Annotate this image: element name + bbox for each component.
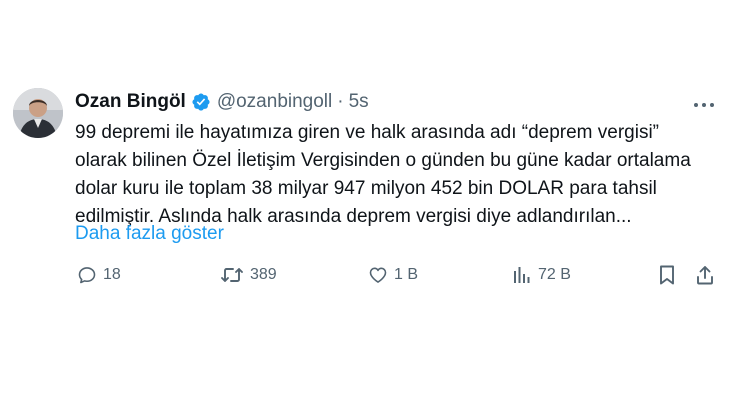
views-icon (512, 265, 532, 285)
tweet-text-line: olarak bilinen Özel İletişim Vergisinden… (75, 150, 691, 171)
author-handle[interactable]: @ozanbingoll (217, 90, 332, 114)
tweet-actions-bar: 18 389 1 B 72 B (0, 260, 730, 290)
tweet-text: 99 depremi ile hayatımıza giren ve halk … (75, 119, 705, 231)
share-icon (695, 264, 715, 286)
reply-button[interactable]: 18 (77, 260, 121, 290)
views-button[interactable]: 72 B (512, 260, 571, 290)
verified-badge-icon (191, 92, 211, 112)
avatar[interactable] (13, 88, 63, 138)
show-more-link[interactable]: Daha fazla göster (75, 220, 224, 248)
tweet-card[interactable]: Ozan Bingöl @ozanbingoll · 5s 99 depremi… (0, 0, 730, 420)
more-options-button[interactable] (686, 92, 722, 116)
like-button[interactable]: 1 B (368, 260, 418, 290)
tweet-text-line: dolar kuru ile toplam 38 milyar 947 mily… (75, 178, 657, 199)
reply-icon (77, 265, 97, 285)
like-icon (368, 265, 388, 285)
tweet-text-line: 99 depremi ile hayatımıza giren ve halk … (75, 122, 660, 143)
tweet-time[interactable]: 5s (349, 90, 369, 114)
retweet-button[interactable]: 389 (220, 260, 277, 290)
like-count: 1 B (394, 266, 419, 283)
bookmark-button[interactable] (657, 260, 677, 290)
retweet-count: 389 (250, 266, 277, 283)
separator-dot: · (337, 91, 344, 112)
share-button[interactable] (695, 260, 715, 290)
tweet-header: Ozan Bingöl @ozanbingoll · 5s (75, 90, 369, 114)
more-icon (693, 95, 715, 113)
author-name[interactable]: Ozan Bingöl (75, 90, 186, 114)
views-count: 72 B (538, 266, 571, 283)
bookmark-icon (657, 264, 677, 286)
reply-count: 18 (103, 266, 121, 283)
retweet-icon (220, 265, 244, 285)
